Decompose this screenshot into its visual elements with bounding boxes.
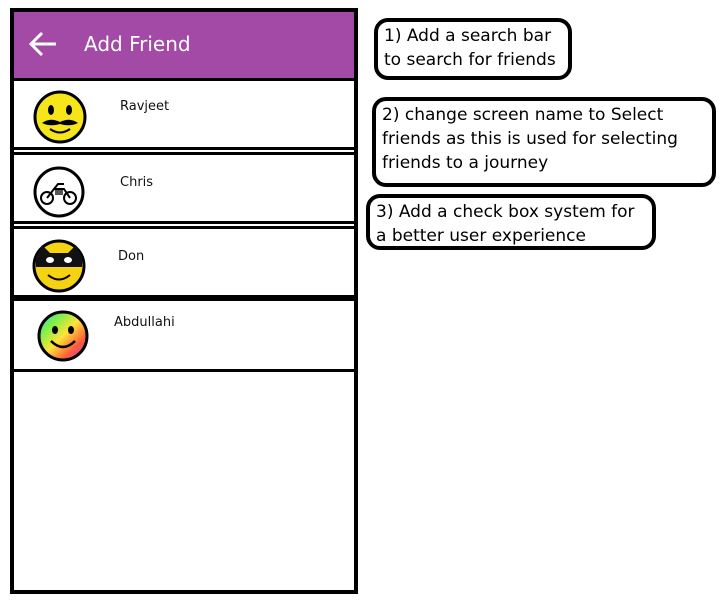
- rainbow-smiley-icon: [37, 310, 89, 362]
- friend-name: Chris: [120, 175, 154, 190]
- friend-item-don[interactable]: Don: [14, 226, 354, 298]
- friend-name: Don: [118, 249, 145, 264]
- masked-smiley-icon: [32, 239, 86, 293]
- mustache-smiley-icon: [33, 90, 87, 144]
- friend-name: Abdullahi: [114, 315, 175, 330]
- friend-item-chris[interactable]: Chris: [14, 152, 354, 224]
- friend-item-ravjeet[interactable]: Ravjeet: [14, 78, 354, 150]
- friend-item-abdullahi[interactable]: Abdullahi: [14, 298, 354, 372]
- annotation-note-3: 3) Add a check box system for a better u…: [366, 194, 656, 250]
- annotation-note-2: 2) change screen name to Select friends …: [372, 97, 716, 187]
- app-bar: Add Friend: [14, 12, 354, 78]
- annotation-note-1: 1) Add a search bar to search for friend…: [374, 18, 572, 80]
- motorbike-smiley-icon: [33, 166, 85, 218]
- arrow-left-icon[interactable]: [28, 30, 58, 58]
- phone-screen: Add Friend Ravjeet Chris Don Abdullahi: [10, 8, 358, 594]
- friend-name: Ravjeet: [120, 99, 170, 114]
- page-title: Add Friend: [84, 32, 191, 56]
